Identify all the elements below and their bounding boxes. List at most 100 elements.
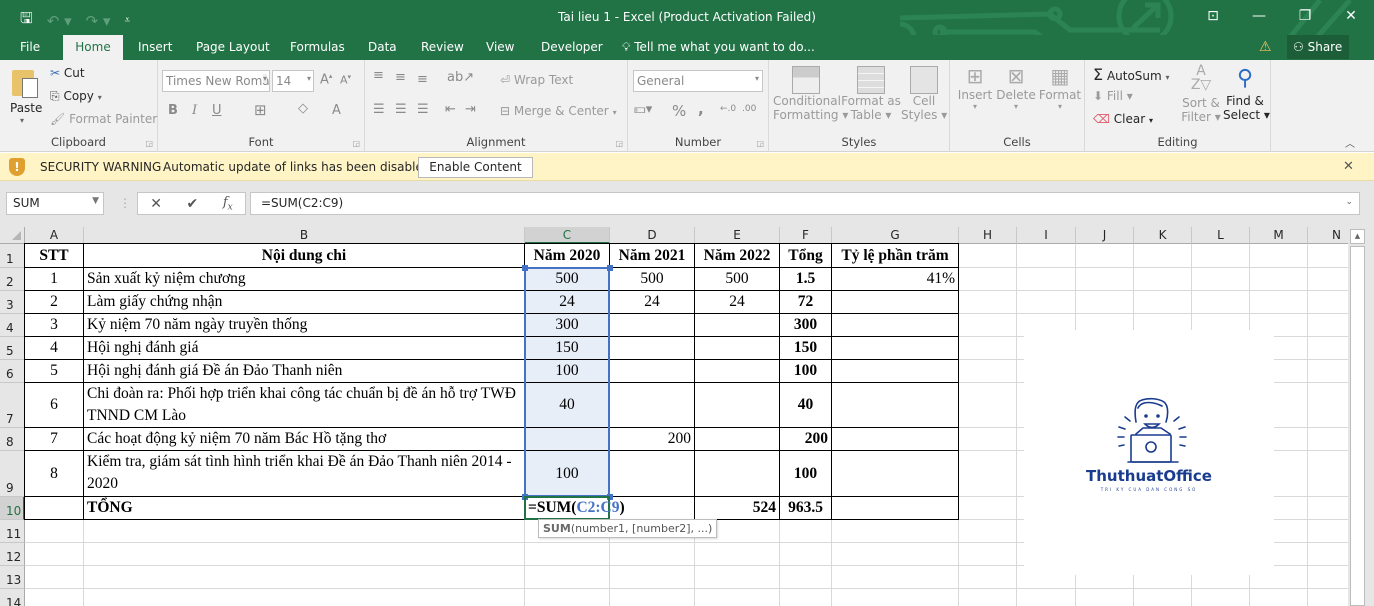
column-header-f[interactable]: F bbox=[780, 227, 832, 244]
select-all-button[interactable] bbox=[0, 227, 25, 244]
minimize-icon[interactable]: — bbox=[1236, 0, 1282, 32]
cell-stt[interactable]: 7 bbox=[25, 428, 83, 450]
tooltip-function[interactable]: SUM bbox=[543, 522, 571, 535]
font-color-button[interactable]: A bbox=[332, 103, 341, 118]
cell-total[interactable]: 100 bbox=[780, 451, 831, 496]
cell-stt[interactable]: 3 bbox=[25, 314, 83, 336]
underline-button[interactable]: U bbox=[212, 103, 222, 118]
cell-2021[interactable]: 24 bbox=[610, 291, 694, 313]
cut-button[interactable]: ✂ Cut bbox=[50, 66, 85, 80]
align-middle-icon[interactable]: ≡ bbox=[395, 70, 406, 85]
header-2020[interactable]: Năm 2020 bbox=[525, 244, 609, 267]
cell-editing-formula[interactable]: =SUM(C2:C9) bbox=[525, 497, 645, 519]
cell-2022[interactable] bbox=[695, 337, 779, 359]
row-header-13[interactable]: 13 bbox=[0, 566, 25, 589]
cell-content[interactable]: Làm giấy chứng nhận bbox=[84, 291, 524, 313]
row-header-12[interactable]: 12 bbox=[0, 543, 25, 566]
cell-total[interactable]: 150 bbox=[780, 337, 831, 359]
paste-button[interactable]: Paste ▾ bbox=[8, 66, 44, 130]
cell-total[interactable]: 100 bbox=[780, 360, 831, 382]
percent-button[interactable]: % bbox=[672, 102, 686, 120]
cell-total[interactable]: 300 bbox=[780, 314, 831, 336]
align-bottom-icon[interactable]: ≡ bbox=[417, 72, 428, 87]
restore-icon[interactable]: ❐ bbox=[1282, 0, 1328, 32]
increase-indent-icon[interactable]: ⇥ bbox=[465, 102, 476, 117]
row-header-6[interactable]: 6 bbox=[0, 360, 25, 383]
cell-2021[interactable] bbox=[610, 337, 694, 359]
font-name-select[interactable]: Times New Roma ▾ bbox=[162, 70, 270, 92]
italic-button[interactable]: I bbox=[192, 103, 197, 118]
cell-2022[interactable]: 524 bbox=[695, 497, 779, 519]
tell-me-search[interactable]: 💡︎ Tell me what you want to do... bbox=[622, 35, 815, 59]
cell-stt[interactable] bbox=[25, 497, 83, 519]
tab-developer[interactable]: Developer bbox=[531, 35, 613, 60]
cell-total[interactable]: 72 bbox=[780, 291, 831, 313]
chevron-down-icon[interactable]: ▼ bbox=[92, 196, 99, 206]
cell-2022[interactable]: 500 bbox=[695, 268, 779, 290]
tab-formulas[interactable]: Formulas bbox=[280, 35, 355, 60]
collapse-ribbon-icon[interactable]: ︿ bbox=[1345, 135, 1355, 150]
ribbon-display-icon[interactable]: ⊡ bbox=[1190, 0, 1236, 32]
close-icon[interactable]: ✕ bbox=[1343, 159, 1354, 174]
cell-2021[interactable] bbox=[610, 451, 694, 496]
insert-cells-button[interactable]: ⊞ Insert ▾ bbox=[956, 64, 994, 134]
cell-percent[interactable] bbox=[832, 451, 958, 496]
sort-filter-button[interactable]: A Z▽ Sort & Filter ▾ bbox=[1181, 64, 1221, 130]
row-header-7[interactable]: 7 bbox=[0, 383, 25, 428]
vertical-scrollbar[interactable]: ▲ bbox=[1348, 227, 1374, 606]
fill-button[interactable]: ⬇︎ Fill ▾ bbox=[1093, 89, 1133, 103]
header-content[interactable]: Nội dung chi bbox=[84, 244, 524, 267]
dialog-launcher-icon[interactable]: ◲ bbox=[145, 139, 153, 148]
conditional-formatting-button[interactable]: Conditional Formatting ▾ bbox=[773, 64, 848, 130]
range-resize-handle[interactable] bbox=[522, 265, 528, 271]
align-left-icon[interactable]: ☰ bbox=[373, 102, 385, 117]
column-header-d[interactable]: D bbox=[610, 227, 695, 244]
row-header-5[interactable]: 5 bbox=[0, 337, 25, 360]
cell-stt[interactable]: 5 bbox=[25, 360, 83, 382]
dialog-launcher-icon[interactable]: ◲ bbox=[756, 139, 764, 148]
cell-stt[interactable]: 2 bbox=[25, 291, 83, 313]
cell-content[interactable]: Hội nghị đánh giá Đề án Đảo Thanh niên bbox=[84, 360, 524, 382]
header-2022[interactable]: Năm 2022 bbox=[695, 244, 779, 267]
autosum-button[interactable]: Σ AutoSum ▾ bbox=[1093, 65, 1170, 84]
name-box[interactable]: SUM ▼ bbox=[6, 192, 104, 215]
currency-icon[interactable]: 💵︎▾ bbox=[634, 102, 652, 117]
wrap-text-button[interactable]: ⏎ Wrap Text bbox=[500, 73, 573, 87]
cell-percent[interactable] bbox=[832, 314, 958, 336]
cell-percent[interactable]: 41% bbox=[832, 268, 958, 290]
comma-button[interactable]: , bbox=[698, 100, 704, 118]
scroll-up-icon[interactable]: ▲ bbox=[1350, 229, 1365, 244]
row-header-4[interactable]: 4 bbox=[0, 314, 25, 337]
range-resize-handle[interactable] bbox=[607, 265, 613, 271]
clear-button[interactable]: ⌫ Clear ▾ bbox=[1093, 112, 1153, 126]
close-icon[interactable]: ✕ bbox=[1328, 0, 1374, 32]
header-2021[interactable]: Năm 2021 bbox=[610, 244, 694, 267]
find-select-button[interactable]: ⚲ Find & Select ▾ bbox=[1223, 64, 1270, 130]
cell-percent[interactable] bbox=[832, 497, 958, 519]
align-top-icon[interactable]: ≡ bbox=[373, 68, 384, 83]
cell-percent[interactable] bbox=[832, 291, 958, 313]
decrease-decimal-icon[interactable]: .00 bbox=[742, 104, 756, 114]
cell-total[interactable]: 963.5 bbox=[780, 497, 831, 519]
tab-home[interactable]: Home bbox=[63, 35, 123, 60]
cell-2022[interactable] bbox=[695, 360, 779, 382]
column-header-e[interactable]: E bbox=[695, 227, 780, 244]
font-size-select[interactable]: 14 ▾ bbox=[272, 70, 314, 92]
row-header-3[interactable]: 3 bbox=[0, 291, 25, 314]
scrollbar-track[interactable] bbox=[1350, 246, 1365, 606]
bold-button[interactable]: B bbox=[168, 103, 178, 118]
cell-stt[interactable]: 1 bbox=[25, 268, 83, 290]
copy-button[interactable]: ⎘ Copy ▾ bbox=[50, 89, 102, 104]
row-header-11[interactable]: 11 bbox=[0, 520, 25, 543]
column-header-g[interactable]: G bbox=[832, 227, 959, 244]
cell-2021[interactable] bbox=[610, 360, 694, 382]
cell-2022[interactable] bbox=[695, 428, 779, 450]
column-header-m[interactable]: M bbox=[1250, 227, 1308, 244]
cell-stt[interactable]: 8 bbox=[25, 451, 83, 496]
merge-center-button[interactable]: ⊟ Merge & Center ▾ bbox=[500, 104, 617, 118]
delete-cells-button[interactable]: ⊠ Delete ▾ bbox=[996, 64, 1036, 134]
header-stt[interactable]: STT bbox=[25, 244, 83, 267]
cell-stt[interactable]: 4 bbox=[25, 337, 83, 359]
tab-file[interactable]: File bbox=[10, 35, 50, 60]
resize-handle[interactable]: ⋮ bbox=[119, 196, 131, 210]
